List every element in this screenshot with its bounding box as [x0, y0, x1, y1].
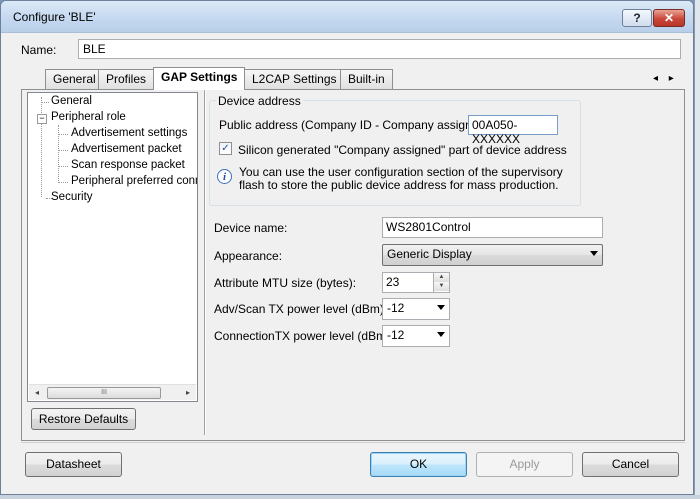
appearance-value: Generic Display: [387, 247, 472, 261]
adv-scan-tx-power-label: Adv/Scan TX power level (dBm):: [214, 302, 388, 316]
ok-button[interactable]: OK: [370, 452, 467, 477]
connection-tx-power-label: ConnectionTX power level (dBm):: [214, 329, 394, 343]
tab-profiles[interactable]: Profiles: [98, 69, 155, 89]
tab-built-in[interactable]: Built-in: [340, 69, 393, 89]
device-name-label: Device name:: [214, 221, 288, 235]
scrollbar-thumb[interactable]: III: [47, 387, 161, 399]
scroll-left-icon[interactable]: ◂: [29, 385, 45, 401]
silicon-generated-label[interactable]: Silicon generated "Company assigned" par…: [238, 143, 567, 157]
title-bar[interactable]: Configure 'BLE' ? ✕: [1, 1, 693, 33]
configure-dialog: Configure 'BLE' ? ✕ Name: BLE General Pr…: [0, 0, 694, 495]
connection-tx-power-value: -12: [387, 328, 405, 342]
tree-line: [41, 97, 42, 197]
tree-line: [58, 166, 68, 167]
pane-splitter[interactable]: [204, 90, 206, 435]
connection-tx-power-select[interactable]: -12: [382, 325, 450, 347]
tree-item-general[interactable]: General: [51, 95, 92, 107]
appearance-label: Appearance:: [214, 249, 283, 263]
tab-l2cap-settings[interactable]: L2CAP Settings: [244, 69, 345, 89]
adv-scan-tx-power-select[interactable]: -12: [382, 298, 450, 320]
tree-horizontal-scrollbar[interactable]: ◂ III ▸: [29, 384, 196, 400]
tab-general[interactable]: General: [45, 69, 104, 89]
tree-item-advertisement-settings[interactable]: Advertisement settings: [71, 127, 187, 139]
public-address-label: Public address (Company ID - Company ass…: [219, 118, 493, 132]
background-window-edge: [0, 495, 700, 499]
spin-down-icon[interactable]: ▼: [434, 282, 449, 291]
mtu-spinner[interactable]: ▲ ▼: [433, 273, 449, 292]
info-text: You can use the user configuration secti…: [239, 165, 563, 192]
scroll-right-icon[interactable]: ▸: [180, 385, 196, 401]
background-window-edge: [694, 0, 700, 499]
name-label: Name:: [21, 43, 57, 57]
tree-item-scan-response-packet[interactable]: Scan response packet: [71, 159, 185, 171]
footer-separator: [21, 442, 685, 443]
settings-tree[interactable]: − General Peripheral role Advertisement …: [27, 92, 198, 402]
restore-defaults-button[interactable]: Restore Defaults: [31, 408, 136, 430]
apply-button[interactable]: Apply: [476, 452, 573, 477]
tab-gap-settings[interactable]: GAP Settings: [153, 67, 246, 90]
device-name-input[interactable]: WS2801Control: [382, 217, 603, 238]
window-title: Configure 'BLE': [13, 10, 96, 24]
dropdown-arrow-icon: [590, 251, 598, 256]
dropdown-arrow-icon: [437, 305, 445, 310]
spin-up-icon[interactable]: ▲: [434, 273, 449, 282]
mtu-size-label: Attribute MTU size (bytes):: [214, 276, 357, 290]
help-button[interactable]: ?: [622, 9, 652, 27]
tree-line: [41, 102, 49, 103]
tree-item-peripheral-role[interactable]: Peripheral role: [51, 111, 126, 123]
silicon-generated-checkbox[interactable]: ✓: [219, 142, 232, 155]
tree-line: [58, 134, 68, 135]
adv-scan-tx-power-value: -12: [387, 301, 405, 315]
tree-item-security[interactable]: Security: [51, 191, 93, 203]
info-icon: i: [217, 169, 232, 184]
name-input[interactable]: BLE: [78, 39, 681, 59]
collapse-icon[interactable]: −: [37, 114, 47, 124]
tree-item-peripheral-preferred-connection[interactable]: Peripheral preferred conne: [71, 175, 197, 187]
dropdown-arrow-icon: [437, 332, 445, 337]
tree-line: [58, 182, 68, 183]
device-address-legend: Device address: [216, 94, 303, 108]
tree-line: [58, 150, 68, 151]
cancel-button[interactable]: Cancel: [582, 452, 679, 477]
public-address-input[interactable]: 00A050-XXXXXX: [468, 115, 558, 146]
datasheet-button[interactable]: Datasheet: [25, 452, 122, 477]
tab-scroll-arrows-icon[interactable]: ◂ ▸: [653, 73, 678, 84]
tree-item-advertisement-packet[interactable]: Advertisement packet: [71, 143, 182, 155]
close-button[interactable]: ✕: [653, 9, 685, 27]
appearance-select[interactable]: Generic Display: [382, 244, 603, 266]
